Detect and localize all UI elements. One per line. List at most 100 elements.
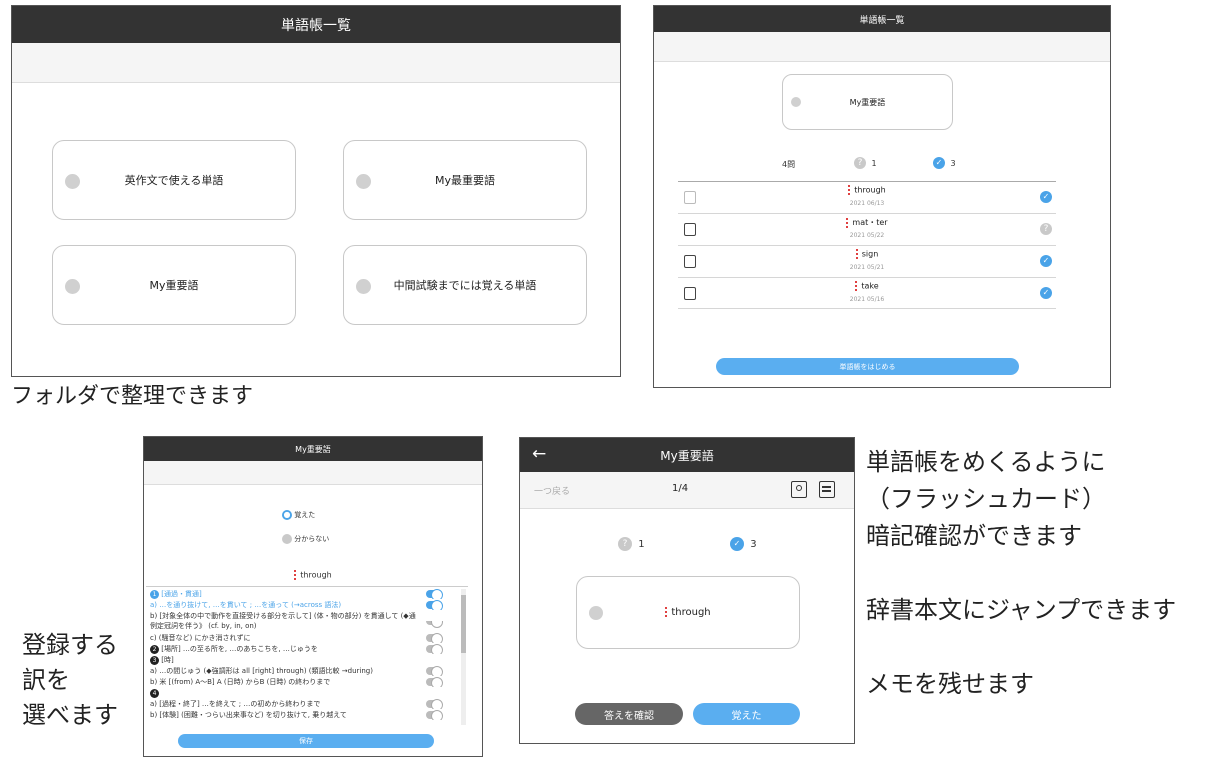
caption-line: 選べます bbox=[22, 701, 118, 729]
folder-label: 中間試験までには覚える単語 bbox=[393, 279, 537, 292]
number-badge-icon: 3 bbox=[150, 655, 159, 665]
screen4-toolbar: 一つ戻る 1/4 bbox=[520, 472, 854, 509]
meaning-toggle[interactable] bbox=[426, 677, 443, 687]
folder-label: My最重要語 bbox=[434, 174, 495, 187]
unknown-count-value: 1 bbox=[638, 539, 645, 550]
meaning-toggle[interactable] bbox=[426, 699, 443, 709]
check-icon: ✓ bbox=[1040, 287, 1052, 299]
meaning-text: b) 米 [(from) A～B] A (日時) からB (日時) の終わりまで bbox=[150, 678, 331, 686]
folder-label: 英作文で使える単語 bbox=[124, 174, 224, 187]
folder-dot-icon bbox=[791, 97, 801, 107]
check-icon: ✓ bbox=[933, 157, 945, 169]
screen1-header: 単語帳一覧 bbox=[12, 6, 620, 43]
mark-icon bbox=[665, 607, 668, 617]
radio-unselected-icon bbox=[282, 534, 292, 544]
memo-icon[interactable] bbox=[819, 481, 835, 498]
caption-line: （フラッシュカード） bbox=[866, 485, 1106, 513]
caption-line: 単語帳をめくるように bbox=[866, 448, 1106, 476]
screen1-toolbar bbox=[12, 43, 620, 83]
meaning-toggle[interactable] bbox=[426, 644, 443, 654]
meaning-toggle[interactable] bbox=[426, 589, 443, 599]
meaning-row: b) [体験] (困難・つらい出来事など) を切り抜けて, 乗り越えて bbox=[150, 710, 454, 720]
folder-list-screen: 単語帳一覧 英作文で使える単語 My最重要語 My重要語 中間試験までには覚える… bbox=[11, 5, 621, 377]
meaning-row: 3 [時] bbox=[150, 655, 454, 665]
folder-card-4[interactable]: 中間試験までには覚える単語 bbox=[343, 245, 587, 325]
caption-line: 登録する bbox=[22, 631, 118, 659]
start-wordbook-button[interactable]: 単語帳をはじめる bbox=[716, 358, 1019, 375]
scrollbar-thumb[interactable] bbox=[461, 595, 466, 653]
stats-total: 4問 bbox=[782, 160, 796, 169]
radio-unknown[interactable]: 分からない bbox=[282, 534, 329, 544]
word-date: 2021 06/13 bbox=[849, 200, 885, 207]
meaning-toggle[interactable] bbox=[426, 666, 443, 676]
meaning-text: [通過・貫通] bbox=[161, 590, 202, 598]
known-count: ✓ 3 bbox=[730, 537, 757, 551]
mark-icon bbox=[294, 570, 297, 580]
screen4-title: My重要語 bbox=[660, 448, 714, 463]
stats-unknown: ? 1 bbox=[854, 157, 877, 169]
meaning-text: a) [過程・終了] …を終えて ; …の初めから終わりまで bbox=[150, 700, 321, 708]
word-row[interactable]: mat・ter 2021 05/22 ? bbox=[678, 213, 1056, 245]
meaning-text: b) [体験] (困難・つらい出来事など) を切り抜けて, 乗り越えて bbox=[150, 711, 347, 719]
folder-card-2[interactable]: My最重要語 bbox=[343, 140, 587, 220]
caption-select-meanings: 登録する 訳を 選べます bbox=[22, 628, 118, 733]
meaning-toggle[interactable] bbox=[426, 600, 443, 610]
progress-indicator: 1/4 bbox=[672, 483, 689, 494]
screen1-title: 単語帳一覧 bbox=[281, 17, 351, 34]
word-date: 2021 05/16 bbox=[849, 296, 885, 303]
card-dot-icon bbox=[589, 606, 603, 620]
word-date: 2021 05/22 bbox=[849, 232, 885, 239]
check-icon: ✓ bbox=[1040, 255, 1052, 267]
back-one-button[interactable]: 一つ戻る bbox=[534, 484, 570, 497]
screen2-header: 単語帳一覧 bbox=[654, 6, 1110, 32]
check-answer-button[interactable]: 答えを確認 bbox=[575, 703, 683, 725]
screen2-title: 単語帳一覧 bbox=[859, 15, 905, 26]
check-icon: ✓ bbox=[1040, 191, 1052, 203]
meaning-toggle[interactable] bbox=[426, 621, 443, 628]
folder-dot-icon bbox=[65, 174, 80, 189]
memorized-button[interactable]: 覚えた bbox=[693, 703, 800, 725]
word-text: mat・ter bbox=[852, 218, 888, 227]
mark-icon bbox=[855, 249, 859, 259]
meaning-text: [時] bbox=[161, 656, 174, 664]
dictionary-jump-icon[interactable] bbox=[791, 481, 807, 498]
radio-known[interactable]: ● 覚えた bbox=[282, 510, 315, 520]
question-icon: ? bbox=[854, 157, 866, 169]
known-count-value: 3 bbox=[750, 539, 757, 550]
meaning-row: 2 [場所] …の至る所を, …のあちこちを, …じゅうを bbox=[150, 644, 454, 654]
word-row[interactable]: take 2021 05/16 ✓ bbox=[678, 277, 1056, 309]
meaning-text: 例定冠詞を伴う》 (cf. by, in, on) bbox=[150, 622, 257, 630]
meaning-list[interactable]: 1 [通過・貫通] a) …を通り抜けて, …を貫いて ; …を通って (→ac… bbox=[146, 586, 468, 726]
screen4-header: ← My重要語 bbox=[520, 438, 854, 472]
meaning-row: b) 米 [(from) A～B] A (日時) からB (日時) の終わりまで bbox=[150, 677, 454, 687]
back-arrow-icon[interactable]: ← bbox=[532, 444, 546, 464]
caption-line: メモを残せます bbox=[866, 670, 1034, 698]
flashcard[interactable]: through bbox=[576, 576, 800, 649]
meaning-toggle[interactable] bbox=[426, 633, 443, 643]
word-row[interactable]: through 2021 06/13 ✓ bbox=[678, 181, 1056, 213]
word-date: 2021 05/21 bbox=[849, 264, 885, 271]
folder-card-3[interactable]: My重要語 bbox=[52, 245, 296, 325]
meaning-row: b) [対象全体の中で動作を直接受ける部分を示して] (体・物の部分) を貫通し… bbox=[150, 611, 454, 621]
meaning-row: 4 bbox=[150, 688, 454, 698]
screen3-header: My重要語 bbox=[144, 437, 482, 461]
unknown-count: ? 1 bbox=[618, 537, 645, 551]
meaning-text: c) (騒音など) にかき消されずに bbox=[150, 634, 251, 642]
save-button[interactable]: 保存 bbox=[178, 734, 434, 748]
scrollbar[interactable] bbox=[461, 589, 466, 725]
selected-folder-card[interactable]: My重要語 bbox=[782, 74, 953, 130]
meaning-row: c) (騒音など) にかき消されずに bbox=[150, 633, 454, 643]
meaning-text: a) …を通り抜けて, …を貫いて ; …を通って (→across 語法) bbox=[150, 601, 342, 609]
mark-icon bbox=[855, 281, 858, 291]
word-row[interactable]: sign 2021 05/21 ✓ bbox=[678, 245, 1056, 277]
screen3-title: My重要語 bbox=[295, 444, 331, 454]
meaning-toggle[interactable] bbox=[426, 710, 443, 720]
folder-card-1[interactable]: 英作文で使える単語 bbox=[52, 140, 296, 220]
word-text: sign bbox=[861, 249, 879, 259]
folder-label: My重要語 bbox=[849, 97, 886, 107]
screen3-toolbar bbox=[144, 461, 482, 485]
caption-line: 暗記確認ができます bbox=[866, 522, 1082, 550]
question-icon: ? bbox=[618, 537, 632, 551]
flashcard-screen: ← My重要語 一つ戻る 1/4 ? 1 ✓ 3 through 答えを確認 覚… bbox=[519, 437, 855, 744]
mark-icon bbox=[846, 217, 849, 228]
